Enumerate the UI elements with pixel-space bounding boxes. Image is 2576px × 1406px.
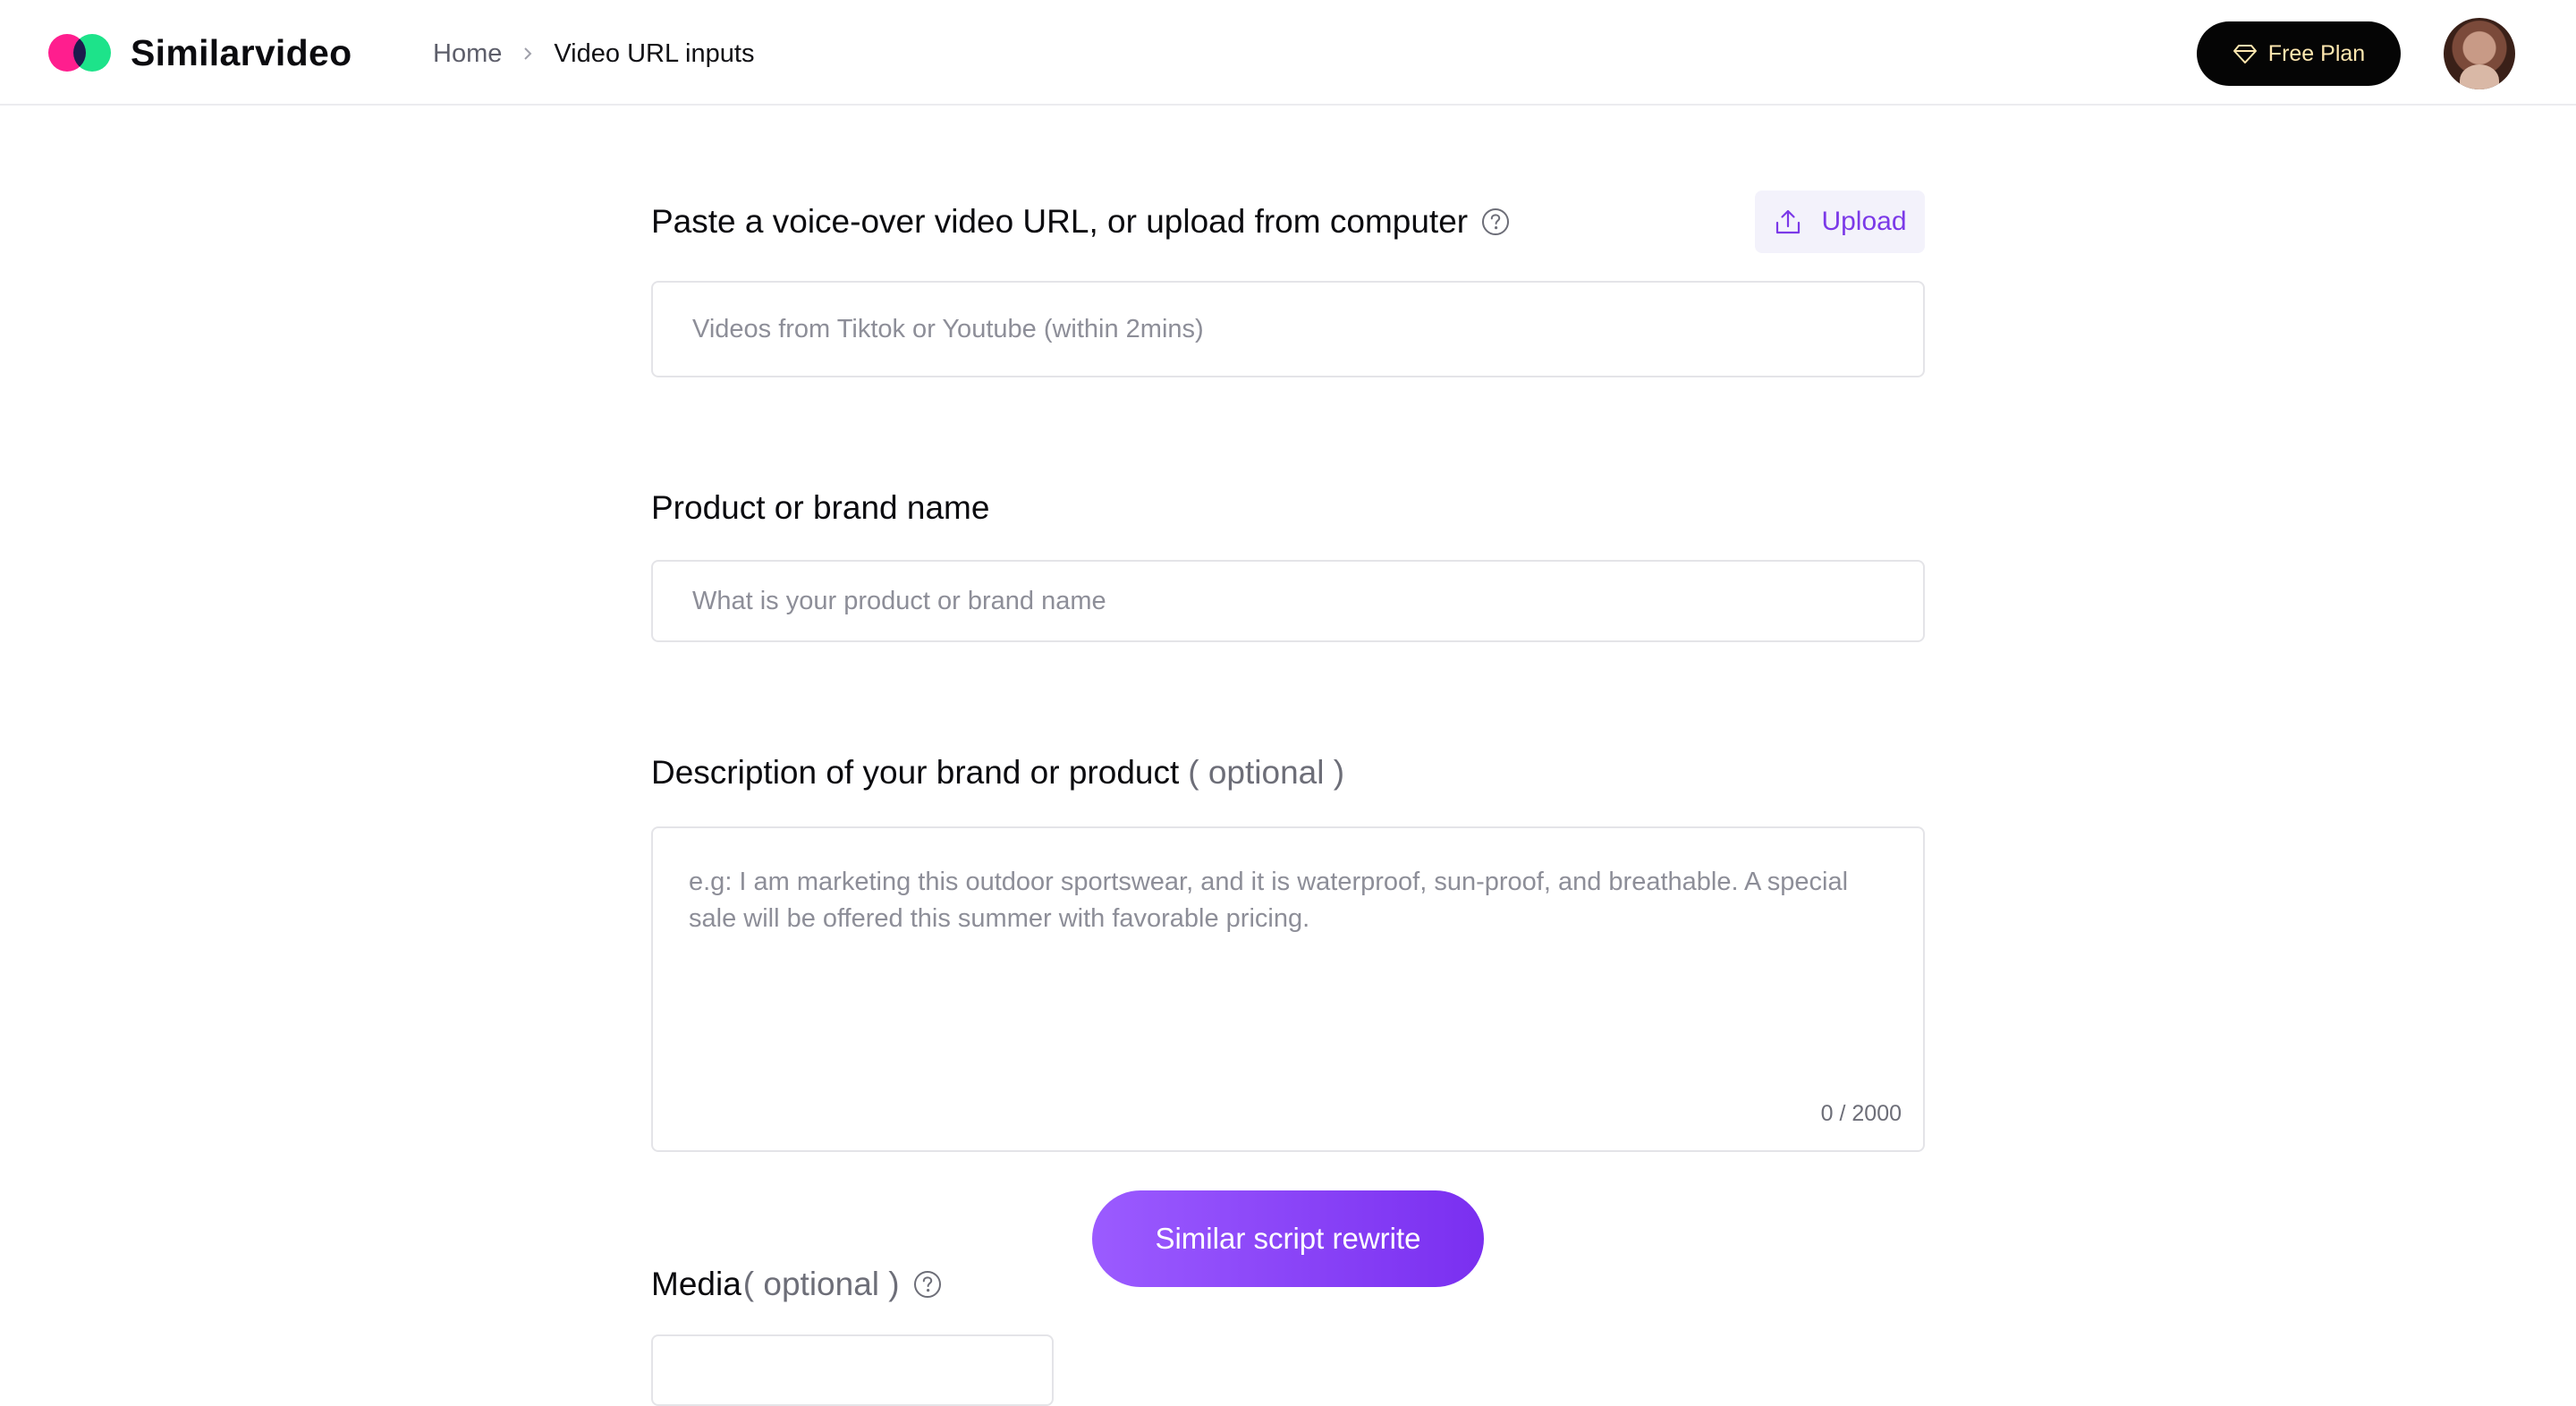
question-circle-icon[interactable]	[912, 1269, 943, 1300]
free-plan-label: Free Plan	[2267, 40, 2366, 66]
character-counter: 0 / 2000	[1820, 1101, 1902, 1126]
media-label: Media ( optional )	[651, 1261, 943, 1308]
product-name-label: Product or brand name	[651, 489, 990, 526]
video-url-field	[651, 281, 1925, 377]
media-label-text: Media	[651, 1266, 741, 1302]
product-name-field	[651, 560, 1925, 642]
description-field: 0 / 2000	[651, 826, 1925, 1152]
product-name-input[interactable]	[653, 562, 1923, 640]
breadcrumb-home[interactable]: Home	[433, 39, 502, 69]
description-label-text: Description of your brand or product	[651, 754, 1180, 791]
question-circle-icon[interactable]	[1480, 207, 1511, 237]
logo-icon[interactable]	[48, 34, 111, 72]
url-section-label: Paste a voice-over video URL, or upload …	[651, 199, 1511, 245]
description-textarea[interactable]	[653, 828, 1923, 1097]
chevron-right-icon	[524, 47, 532, 60]
media-upload-box[interactable]	[651, 1334, 1054, 1406]
avatar[interactable]	[2444, 18, 2515, 89]
brand-name[interactable]: Similarvideo	[131, 27, 352, 79]
url-label-text: Paste a voice-over video URL, or upload …	[651, 203, 1469, 240]
similar-script-rewrite-button[interactable]: Similar script rewrite	[1092, 1190, 1484, 1287]
upload-button[interactable]: Upload	[1755, 191, 1925, 253]
upload-icon	[1776, 209, 1801, 234]
top-header: Similarvideo Home Video URL inputs Free …	[0, 0, 2576, 106]
media-optional-tag: ( optional )	[742, 1266, 900, 1302]
breadcrumb-current: Video URL inputs	[554, 38, 755, 68]
video-url-input[interactable]	[653, 283, 1923, 376]
upload-label: Upload	[1821, 207, 1907, 236]
description-optional-tag: ( optional )	[1188, 754, 1345, 791]
breadcrumb: Home Video URL inputs	[433, 36, 754, 72]
diamond-icon	[2233, 45, 2257, 64]
free-plan-button[interactable]: Free Plan	[2197, 21, 2401, 86]
description-label: Description of your brand or product ( o…	[651, 750, 1344, 796]
